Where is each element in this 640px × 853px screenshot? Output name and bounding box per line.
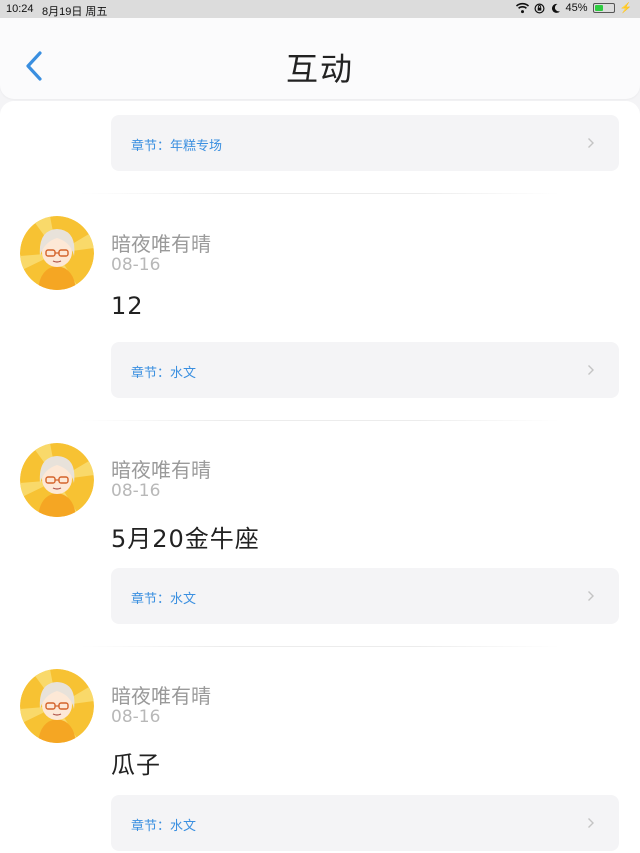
- status-bar: 10:24 8月19日 周五 45% ⚡: [0, 0, 640, 18]
- avatar[interactable]: [20, 443, 94, 517]
- avatar[interactable]: [20, 669, 94, 743]
- charging-icon: ⚡: [619, 2, 632, 14]
- chevron-right-icon: [588, 591, 594, 601]
- avatar[interactable]: [20, 216, 94, 290]
- chapter-link[interactable]: 章节：水文: [111, 342, 619, 398]
- divider: [80, 193, 560, 194]
- battery-icon: [592, 3, 615, 13]
- wifi-icon: [515, 2, 529, 14]
- chapter-label: 章节：水文: [131, 366, 197, 381]
- username[interactable]: 暗夜唯有晴: [111, 228, 211, 257]
- post-date: 08-16: [111, 481, 161, 501]
- username[interactable]: 暗夜唯有晴: [111, 454, 211, 483]
- status-date: 8月19日 周五: [42, 6, 108, 18]
- chevron-right-icon: [588, 818, 594, 828]
- chapter-link[interactable]: 章节：年糕专场: [111, 115, 619, 171]
- nav-header: 互动: [0, 18, 640, 99]
- orientation-lock-icon: [534, 2, 545, 14]
- divider: [80, 646, 560, 647]
- chevron-right-icon: [588, 138, 594, 148]
- chapter-label: 章节：年糕专场: [131, 139, 223, 154]
- interaction-feed: 章节：年糕专场 暗夜唯有晴 08-16 12 章节：水文 暗夜唯有晴 08-16…: [0, 101, 640, 853]
- chevron-right-icon: [588, 365, 594, 375]
- post-content: 12: [111, 292, 144, 320]
- post-content: 瓜子: [111, 751, 161, 779]
- chapter-label: 章节：水文: [131, 592, 197, 607]
- chapter-link[interactable]: 章节：水文: [111, 568, 619, 624]
- page-title: 互动: [285, 50, 354, 88]
- battery-percent: 45%: [565, 2, 588, 14]
- post-date: 08-16: [111, 707, 161, 727]
- moon-icon: [551, 3, 560, 13]
- divider: [80, 420, 560, 421]
- post-content: 5月20金牛座: [111, 525, 260, 553]
- post-date: 08-16: [111, 255, 161, 275]
- chapter-label: 章节：水文: [131, 819, 197, 834]
- username[interactable]: 暗夜唯有晴: [111, 680, 211, 709]
- chapter-link[interactable]: 章节：水文: [111, 795, 619, 851]
- status-time: 10:24: [6, 3, 34, 15]
- status-right: 45% ⚡: [515, 2, 632, 14]
